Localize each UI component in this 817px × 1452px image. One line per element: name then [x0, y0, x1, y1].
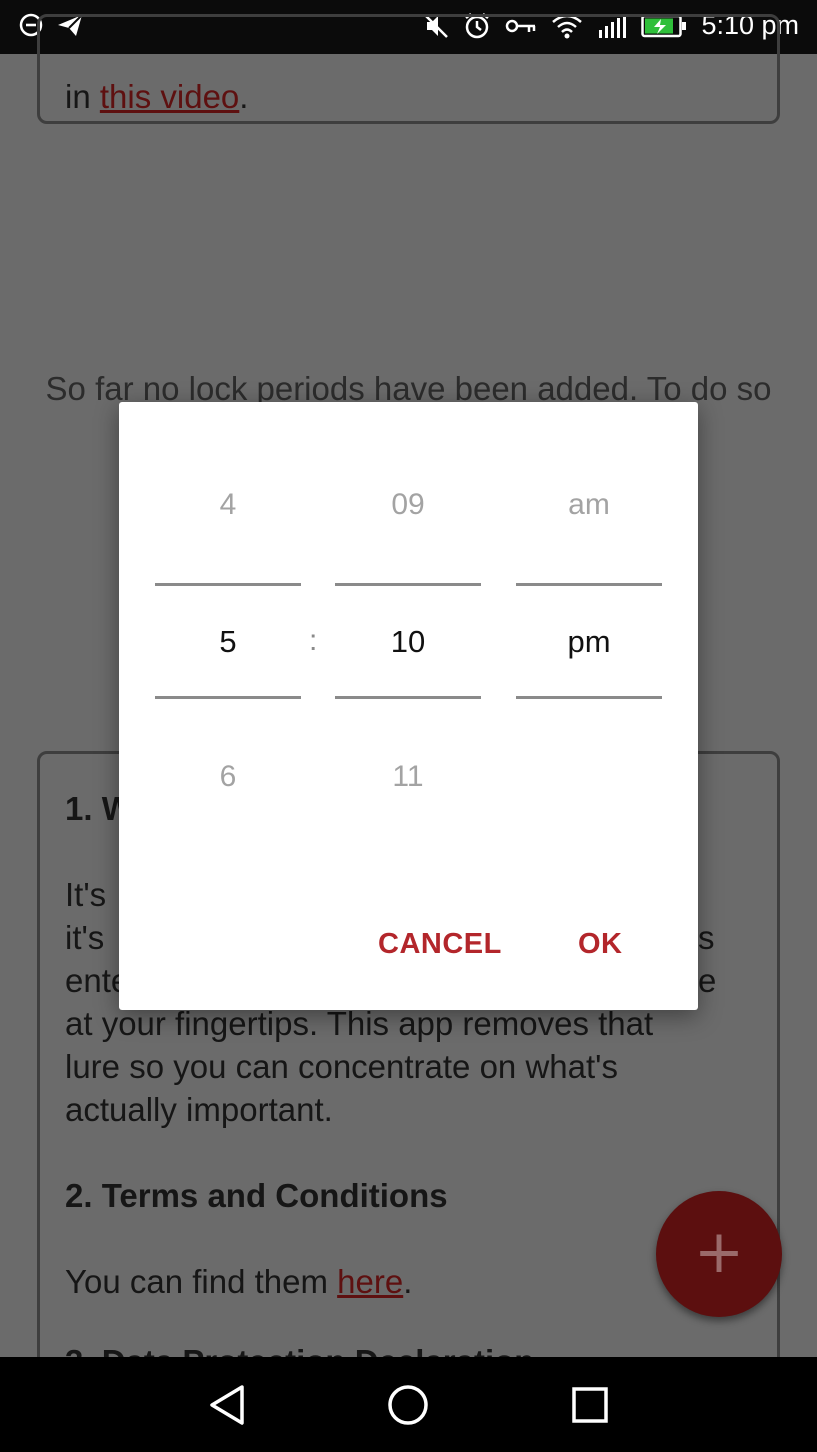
minute-next[interactable]: 11 — [335, 760, 481, 794]
section1-fragment-1: s — [698, 919, 715, 956]
terms-here-link[interactable]: here — [337, 1263, 403, 1300]
hour-spinner[interactable]: 4 5 6 — [155, 402, 301, 862]
section2-prefix: You can find them — [65, 1263, 338, 1300]
this-video-link[interactable]: this video — [100, 78, 239, 115]
hour-current[interactable]: 5 — [155, 624, 301, 660]
ampm-divider-bottom — [516, 696, 662, 699]
ok-button[interactable]: OK — [578, 928, 623, 961]
intro-text: in this video. — [65, 75, 248, 118]
section1-line-1: It's — [65, 876, 107, 913]
section2-suffix: . — [403, 1263, 413, 1300]
hour-prev[interactable]: 4 — [155, 488, 301, 522]
section1-line-6: actually important. — [65, 1091, 333, 1128]
minute-current[interactable]: 10 — [335, 624, 481, 660]
ampm-spinner[interactable]: am pm — [516, 402, 662, 862]
intro-card: in this video. — [37, 14, 780, 124]
intro-prefix: in — [65, 78, 100, 115]
minute-prev[interactable]: 09 — [335, 488, 481, 522]
back-triangle-icon[interactable] — [200, 1379, 256, 1431]
ampm-current[interactable]: pm — [516, 624, 662, 660]
hour-divider-bottom — [155, 696, 301, 699]
navigation-bar — [0, 1357, 817, 1452]
home-circle-icon[interactable] — [380, 1379, 436, 1431]
minute-divider-bottom — [335, 696, 481, 699]
hour-divider-top — [155, 583, 301, 586]
intro-suffix: . — [239, 78, 249, 115]
section1-fragment-2: e — [698, 962, 717, 999]
recents-square-icon[interactable] — [562, 1379, 618, 1431]
ampm-prev[interactable]: am — [516, 488, 662, 522]
time-separator: : — [309, 624, 318, 657]
section2-text: You can find them here. — [65, 1260, 412, 1303]
section2-heading: 2. Terms and Conditions — [65, 1177, 448, 1214]
minute-divider-top — [335, 583, 481, 586]
hour-next[interactable]: 6 — [155, 760, 301, 794]
add-lock-period-button[interactable]: + — [656, 1191, 782, 1317]
section1-line-2: it's — [65, 919, 105, 956]
time-picker-dialog: 4 5 6 : 09 10 11 am pm CANCEL OK — [119, 402, 698, 1010]
minute-spinner[interactable]: 09 10 11 — [335, 402, 481, 862]
cancel-button[interactable]: CANCEL — [378, 928, 502, 961]
plus-icon: + — [693, 1217, 745, 1287]
ampm-divider-top — [516, 583, 662, 586]
section1-line-5: lure so you can concentrate on what's — [65, 1048, 618, 1085]
